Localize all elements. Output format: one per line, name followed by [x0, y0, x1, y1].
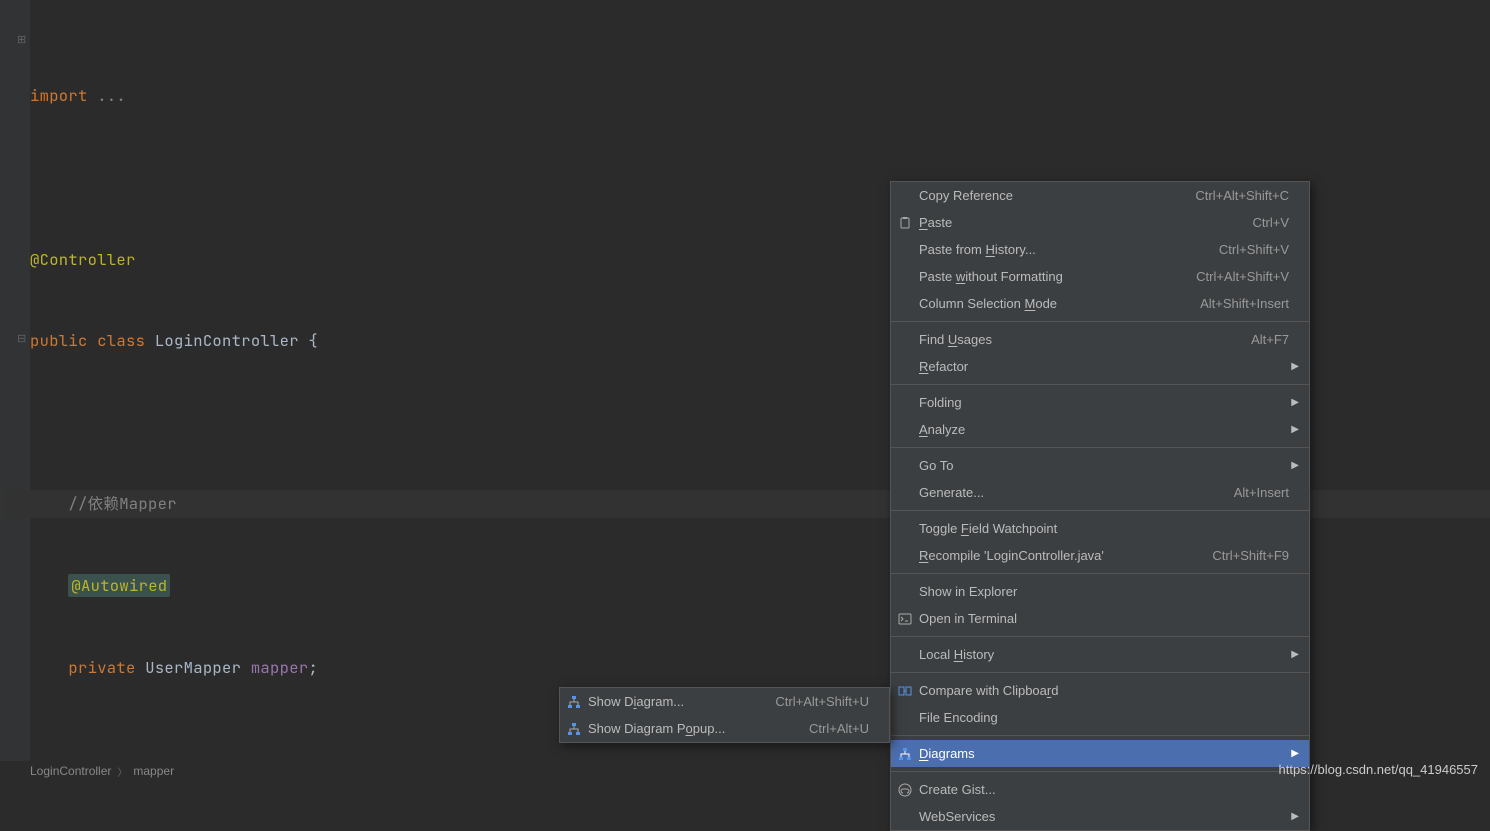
chevron-right-icon: 〉: [117, 764, 127, 779]
menu-item-create-gist[interactable]: Create Gist...: [891, 776, 1309, 803]
menu-item-label: Open in Terminal: [919, 611, 1289, 626]
clipboard-icon: [897, 215, 913, 231]
fold-minus-icon[interactable]: ⊟: [17, 332, 28, 343]
menu-item-label: Go To: [919, 458, 1289, 473]
menu-item-label: Show in Explorer: [919, 584, 1289, 599]
menu-item-label: Column Selection Mode: [919, 296, 1170, 311]
menu-item-label: Paste: [919, 215, 1223, 230]
menu-separator: [891, 573, 1309, 574]
menu-item-shortcut: Ctrl+Alt+Shift+U: [775, 694, 869, 709]
fold-ellipsis[interactable]: ...: [97, 85, 126, 106]
comment: //依赖Mapper: [68, 493, 176, 514]
menu-item-shortcut: Alt+Insert: [1234, 485, 1289, 500]
menu-item-label: Create Gist...: [919, 782, 1289, 797]
submenu-arrow-icon: ▶: [1291, 748, 1299, 759]
menu-item-paste-without-formatting[interactable]: Paste without Formatting Ctrl+Alt+Shift+V: [891, 263, 1309, 290]
menu-item-label: Folding: [919, 395, 1289, 410]
menu-item-find-usages[interactable]: Find Usages Alt+F7: [891, 326, 1309, 353]
menu-item-shortcut: Ctrl+Alt+Shift+V: [1196, 269, 1289, 284]
menu-item-refactor[interactable]: Refactor▶: [891, 353, 1309, 380]
menu-item-local-history[interactable]: Local History▶: [891, 641, 1309, 668]
menu-item-shortcut: Ctrl+Shift+V: [1219, 242, 1289, 257]
fold-plus-icon[interactable]: ⊞: [17, 33, 28, 44]
menu-item-toggle-field-watchpoint[interactable]: Toggle Field Watchpoint: [891, 515, 1309, 542]
menu-item-recompile-logincontroller-java[interactable]: Recompile 'LoginController.java' Ctrl+Shi…: [891, 542, 1309, 569]
diagram-icon: [566, 721, 582, 737]
annotation: @Controller: [30, 249, 136, 270]
menu-item-label: Local History: [919, 647, 1289, 662]
menu-separator: [891, 771, 1309, 772]
menu-separator: [891, 510, 1309, 511]
menu-item-go-to[interactable]: Go To▶: [891, 452, 1309, 479]
terminal-icon: [897, 611, 913, 627]
menu-item-label: Show Diagram...: [588, 694, 745, 709]
breadcrumb-file[interactable]: LoginController: [30, 764, 111, 778]
menu-separator: [891, 735, 1309, 736]
menu-item-shortcut: Ctrl+Alt+U: [809, 721, 869, 736]
menu-item-file-encoding[interactable]: File Encoding: [891, 704, 1309, 731]
github-icon: [897, 782, 913, 798]
menu-item-show-diagram-popup[interactable]: Show Diagram Popup... Ctrl+Alt+U: [560, 715, 889, 742]
menu-separator: [891, 447, 1309, 448]
context-submenu-diagrams[interactable]: Show Diagram...Ctrl+Alt+Shift+UShow Diag…: [559, 687, 890, 743]
menu-separator: [891, 384, 1309, 385]
menu-item-analyze[interactable]: Analyze▶: [891, 416, 1309, 443]
menu-item-label: Generate...: [919, 485, 1204, 500]
menu-item-folding[interactable]: Folding▶: [891, 389, 1309, 416]
submenu-arrow-icon: ▶: [1291, 424, 1299, 435]
context-menu[interactable]: Copy Reference Ctrl+Alt+Shift+C Paste Ctrl+…: [890, 181, 1310, 831]
annotation-autowired: @Autowired: [68, 574, 170, 597]
menu-item-label: Analyze: [919, 422, 1289, 437]
menu-item-label: Toggle Field Watchpoint: [919, 521, 1289, 536]
menu-item-generate[interactable]: Generate... Alt+Insert: [891, 479, 1309, 506]
submenu-arrow-icon: ▶: [1291, 460, 1299, 471]
menu-item-shortcut: Ctrl+Alt+Shift+C: [1195, 188, 1289, 203]
menu-item-label: Find Usages: [919, 332, 1221, 347]
menu-item-diagrams[interactable]: Diagrams▶: [891, 740, 1309, 767]
menu-item-label: Compare with Clipboard: [919, 683, 1289, 698]
menu-separator: [891, 636, 1309, 637]
diagram-icon: [566, 694, 582, 710]
compare-icon: [897, 683, 913, 699]
submenu-arrow-icon: ▶: [1291, 811, 1299, 822]
menu-item-webservices[interactable]: WebServices▶: [891, 803, 1309, 830]
menu-item-compare-with-clipboard[interactable]: Compare with Clipboard: [891, 677, 1309, 704]
menu-item-shortcut: Alt+Shift+Insert: [1200, 296, 1289, 311]
breadcrumb-member[interactable]: mapper: [133, 764, 174, 778]
menu-separator: [891, 672, 1309, 673]
menu-item-label: Copy Reference: [919, 188, 1165, 203]
diagram-icon: [897, 746, 913, 762]
menu-item-column-selection-mode[interactable]: Column Selection Mode Alt+Shift+Insert: [891, 290, 1309, 317]
menu-item-label: File Encoding: [919, 710, 1289, 725]
breadcrumb[interactable]: LoginController 〉 mapper: [30, 761, 174, 781]
submenu-arrow-icon: ▶: [1291, 361, 1299, 372]
menu-item-copy-reference[interactable]: Copy Reference Ctrl+Alt+Shift+C: [891, 182, 1309, 209]
submenu-arrow-icon: ▶: [1291, 397, 1299, 408]
menu-item-label: Recompile 'LoginController.java': [919, 548, 1182, 563]
menu-item-shortcut: Alt+F7: [1251, 332, 1289, 347]
menu-item-label: Diagrams: [919, 746, 1289, 761]
menu-item-paste-from-history[interactable]: Paste from History... Ctrl+Shift+V: [891, 236, 1309, 263]
menu-item-open-in-terminal[interactable]: Open in Terminal: [891, 605, 1309, 632]
submenu-arrow-icon: ▶: [1291, 649, 1299, 660]
menu-item-label: Paste from History...: [919, 242, 1189, 257]
menu-item-label: Show Diagram Popup...: [588, 721, 779, 736]
menu-item-show-in-explorer[interactable]: Show in Explorer: [891, 578, 1309, 605]
watermark-text: https://blog.csdn.net/qq_41946557: [1279, 762, 1479, 777]
menu-item-paste[interactable]: Paste Ctrl+V: [891, 209, 1309, 236]
menu-item-show-diagram[interactable]: Show Diagram... Ctrl+Alt+Shift+U: [560, 688, 889, 715]
menu-separator: [891, 321, 1309, 322]
menu-item-shortcut: Ctrl+Shift+F9: [1212, 548, 1289, 563]
keyword-import: import: [30, 85, 97, 106]
menu-item-label: WebServices: [919, 809, 1289, 824]
menu-item-shortcut: Ctrl+V: [1253, 215, 1289, 230]
menu-item-label: Paste without Formatting: [919, 269, 1166, 284]
menu-item-label: Refactor: [919, 359, 1289, 374]
